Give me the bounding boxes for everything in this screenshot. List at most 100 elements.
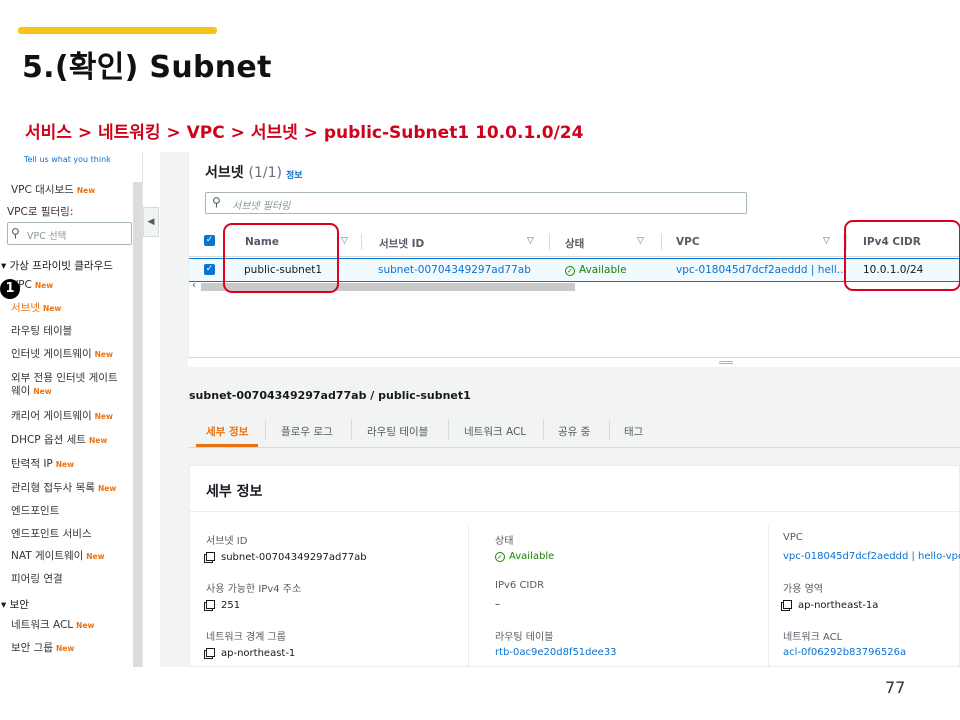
select-all-checkbox[interactable]: ✓ (204, 235, 215, 246)
cell-vpc[interactable]: vpc-018045d7dcf2aeddd | hell... (676, 264, 847, 276)
feedback-link[interactable]: Tell us what you think (24, 155, 111, 164)
new-badge: New (34, 281, 54, 290)
field-value-network-border-group: ap-northeast-1 (206, 647, 295, 659)
sidebar-item-label: NAT 게이트웨이 (11, 550, 84, 562)
sort-icon[interactable]: ▽ (637, 236, 644, 246)
field-value-network-acl[interactable]: acl-0f06292b83796526a (783, 647, 906, 658)
page-number: 77 (885, 678, 906, 697)
sidebar-item-subnets[interactable]: 서브넷 New (11, 302, 61, 315)
tab-divider (265, 420, 266, 440)
sidebar-item-label: 서브넷 (11, 302, 40, 314)
sidebar-item-label: DHCP 옵션 세트 (11, 434, 86, 446)
tab-route-table[interactable]: 라우팅 테이블 (367, 424, 428, 439)
sidebar-item-egress-only-gateways[interactable]: 외부 전용 인터넷 게이트 웨이 New (11, 372, 118, 398)
sidebar-item-internet-gateways[interactable]: 인터넷 게이트웨이 New (11, 348, 113, 361)
field-value-available-ipv4: 251 (206, 599, 240, 611)
check-circle-icon: ✓ (565, 266, 575, 276)
highlight-cidr-column (844, 220, 960, 291)
value-text: ap-northeast-1a (798, 600, 879, 611)
sidebar-item-prefix-lists[interactable]: 관리형 접두사 목록 New (11, 482, 116, 495)
sidebar-item-endpoint-services[interactable]: 엔드포인트 서비스 (11, 528, 92, 541)
field-value-vpc[interactable]: vpc-018045d7dcf2aeddd | hello-vpc (783, 551, 960, 562)
tab-tags[interactable]: 태그 (624, 424, 643, 439)
sidebar-item-endpoints[interactable]: 엔드포인트 (11, 505, 59, 518)
sort-icon[interactable]: ▽ (823, 236, 830, 246)
new-badge: New (94, 350, 113, 359)
sidebar-item-carrier-gateways[interactable]: 캐리어 게이트웨이 New (11, 410, 113, 423)
sidebar-item-dashboard[interactable]: VPC 대시보드 New (11, 184, 95, 197)
new-badge: New (55, 460, 75, 469)
copy-icon[interactable] (206, 552, 215, 561)
sidebar-item-peering[interactable]: 피어링 연결 (11, 573, 63, 586)
value-text: subnet-00704349297ad77ab (221, 552, 367, 563)
sidebar-item-route-tables[interactable]: 라우팅 테이블 (11, 325, 72, 338)
panel-splitter[interactable] (188, 357, 960, 367)
step-marker: 1 (0, 279, 20, 299)
field-value-availability-zone: ap-northeast-1a (783, 599, 878, 611)
subnet-filter-input[interactable]: ⚲ 서브넷 필터링 (205, 192, 747, 214)
vpc-select-placeholder: VPC 선택 (27, 231, 67, 242)
details-card: 세부 정보 서브넷 ID subnet-00704349297ad77ab 사용… (189, 465, 960, 667)
caret-down-icon: ▾ (1, 599, 7, 611)
tab-network-acl[interactable]: 네트워크 ACL (464, 424, 526, 439)
column-header-vpc[interactable]: VPC (676, 236, 700, 248)
sidebar-item-elastic-ips[interactable]: 탄력적 IP New (11, 458, 74, 471)
tab-details[interactable]: 세부 정보 (206, 424, 248, 439)
new-badge: New (86, 552, 105, 561)
new-badge: New (76, 186, 96, 195)
collapse-sidebar-icon[interactable]: ◀ (143, 207, 159, 237)
row-checkbox[interactable]: ✓ (204, 264, 215, 275)
detail-heading: subnet-00704349297ad77ab / public-subnet… (189, 389, 471, 402)
column-divider (661, 234, 662, 250)
drag-handle-icon[interactable] (719, 361, 733, 364)
sidebar-item-security-groups[interactable]: 보안 그룹 New (11, 642, 74, 655)
vpc-select[interactable]: ⚲ VPC 선택 (7, 222, 132, 245)
new-badge: New (94, 412, 113, 421)
console-screenshot: Tell us what you think VPC 대시보드 New VPC로 … (0, 152, 960, 667)
sidebar-section-private-cloud[interactable]: ▾ 가상 프라이빗 클라우드 (1, 258, 113, 273)
search-icon: ⚲ (212, 195, 221, 209)
value-text: ap-northeast-1 (221, 648, 296, 659)
copy-icon[interactable] (783, 600, 792, 609)
copy-icon[interactable] (206, 648, 215, 657)
detail-tabs: 세부 정보 플로우 로그 라우팅 테이블 네트워크 ACL 공유 중 태그 (189, 410, 960, 448)
field-label-route-table: 라우팅 테이블 (495, 632, 554, 643)
sidebar-item-label: 엔드포인트 (11, 505, 60, 517)
column-divider (549, 234, 550, 250)
sidebar-item-network-acls[interactable]: 네트워크 ACL New (11, 619, 94, 632)
subnets-table-panel: 서브넷 (1/1) 정보 ⚲ 서브넷 필터링 ✓ Name ▽ 서브넷 ID ▽… (188, 152, 960, 357)
title-accent-bar (18, 27, 217, 34)
sort-icon[interactable]: ▽ (341, 236, 348, 246)
tab-divider (351, 420, 352, 440)
field-label-network-acl: 네트워크 ACL (783, 632, 843, 643)
field-value-subnet-id: subnet-00704349297ad77ab (206, 551, 367, 563)
sidebar-item-dhcp-options[interactable]: DHCP 옵션 세트 New (11, 434, 107, 447)
tab-flow-logs[interactable]: 플로우 로그 (281, 424, 333, 439)
slide-title: 5.(확인) Subnet (22, 50, 272, 85)
sidebar-item-label: 관리형 접두사 목록 (11, 482, 95, 494)
vpc-sidebar: Tell us what you think VPC 대시보드 New VPC로 … (0, 152, 143, 667)
sidebar-section-label: 가상 프라이빗 클라우드 (9, 260, 113, 272)
cell-subnet-id[interactable]: subnet-00704349297ad77ab (378, 264, 531, 276)
field-label-vpc: VPC (783, 532, 803, 543)
sidebar-section-security[interactable]: ▾ 보안 (1, 597, 29, 612)
scroll-left-icon[interactable]: ‹ (192, 280, 196, 291)
sort-icon[interactable]: ▽ (527, 236, 534, 246)
sidebar-item-nat-gateways[interactable]: NAT 게이트웨이 New (11, 550, 105, 563)
sidebar-scrollbar[interactable] (133, 182, 142, 667)
column-header-subnet-id[interactable]: 서브넷 ID (379, 236, 424, 251)
tab-sharing[interactable]: 공유 중 (558, 424, 590, 439)
sidebar-item-label: 피어링 연결 (11, 573, 63, 585)
column-header-state[interactable]: 상태 (565, 236, 584, 251)
tab-divider (543, 420, 544, 440)
field-value-route-table[interactable]: rtb-0ac9e20d8f51dee33 (495, 647, 617, 658)
info-link[interactable]: 정보 (286, 168, 303, 181)
main-content: 서브넷 (1/1) 정보 ⚲ 서브넷 필터링 ✓ Name ▽ 서브넷 ID ▽… (160, 152, 960, 667)
table-title: 서브넷 (1/1) (205, 162, 282, 182)
sidebar-item-label: 웨이 (11, 385, 31, 397)
card-divider (190, 511, 960, 512)
highlight-name-column (223, 223, 339, 293)
field-label-subnet-id: 서브넷 ID (206, 536, 248, 547)
sidebar-item-label: 탄력적 IP (11, 458, 53, 470)
copy-icon[interactable] (206, 600, 215, 609)
